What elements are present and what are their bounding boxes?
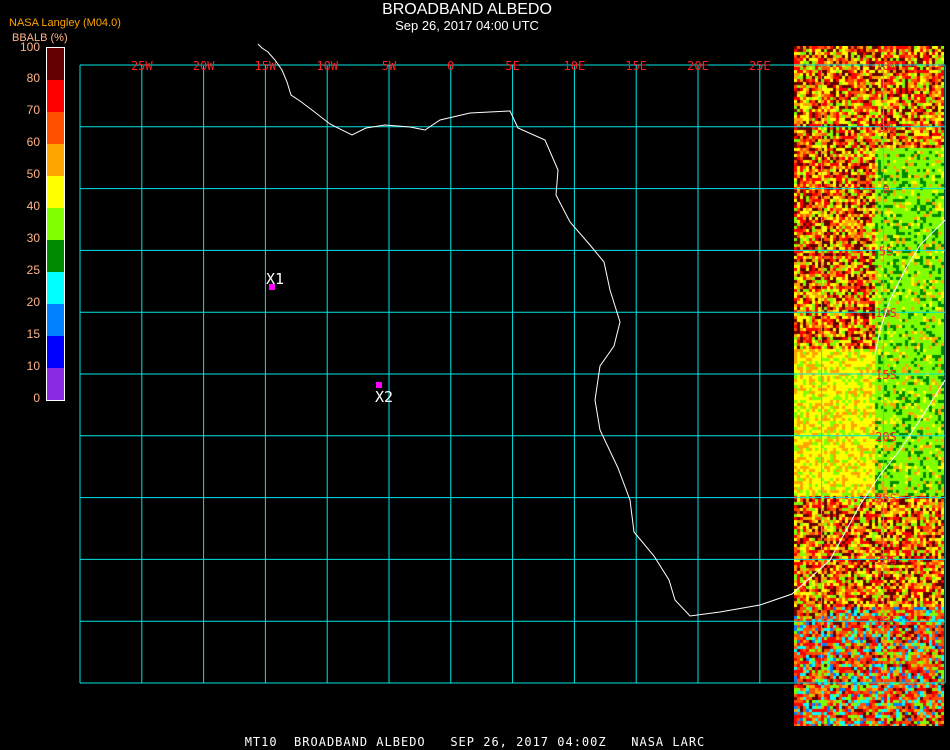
longitude-label: 20W bbox=[193, 59, 215, 73]
longitude-label: 15E bbox=[625, 59, 647, 73]
latitude-label: 15S bbox=[875, 368, 897, 382]
site-marker-label: X1 bbox=[266, 270, 284, 288]
longitude-label: 15W bbox=[255, 59, 277, 73]
latitude-label: 25S bbox=[875, 492, 897, 506]
longitude-label: 25W bbox=[131, 59, 153, 73]
latitude-label: 20S bbox=[875, 430, 897, 444]
latitude-label: 5N bbox=[879, 121, 893, 135]
latitude-label: 5S bbox=[879, 244, 893, 258]
latitude-label: 30S bbox=[875, 553, 897, 567]
coastline bbox=[257, 43, 946, 617]
longitude-label: 5W bbox=[382, 59, 397, 73]
longitude-label: 0 bbox=[447, 59, 454, 73]
longitude-label: 10W bbox=[316, 59, 338, 73]
latitude-label: 35S bbox=[875, 615, 897, 629]
site-marker-label: X2 bbox=[375, 388, 393, 406]
coastline-east bbox=[874, 219, 946, 356]
footer-caption: MT10 BROADBAND ALBEDO SEP 26, 2017 04:00… bbox=[244, 735, 706, 749]
longitude-label: 10E bbox=[564, 59, 586, 73]
latitude-label: 10N bbox=[875, 59, 897, 73]
longitude-label: 25E bbox=[749, 59, 771, 73]
longitude-label: 5E bbox=[505, 59, 519, 73]
longitude-label: 20E bbox=[687, 59, 709, 73]
map-grid: 25W 20W 15W 10W 5W 0 5E 10E 15E 20E 25E 10N5N05S10S… bbox=[79, 43, 946, 684]
latitude-label: 0 bbox=[882, 183, 889, 197]
